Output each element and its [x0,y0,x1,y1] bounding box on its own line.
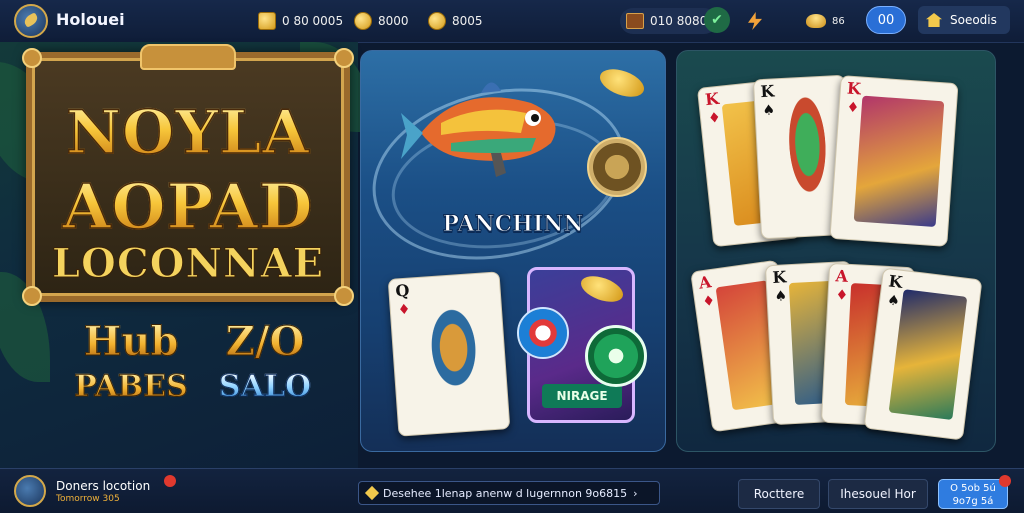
coin-value: 8000 [378,14,409,28]
left-action-button[interactable]: Rocttere [738,479,820,509]
app-logo-icon[interactable] [14,4,48,38]
banner-crest [140,44,236,70]
card-art [888,289,968,421]
gem-button[interactable]: ✔ [704,7,730,33]
card-rank: A [697,272,713,293]
gold-bar-icon [258,12,276,30]
chest-icon [626,13,644,29]
home-label: Soeodis [950,13,997,27]
z-sale-badge[interactable]: Z/O SALO [210,321,320,414]
top-bar: Holouei 0 80 0005 8000 8005 010 8080 ✔ 8… [0,0,1024,43]
chat-button[interactable]: 00 [866,6,906,34]
playing-card[interactable]: Q ♦ [387,271,511,437]
card-rank: A [835,266,849,286]
red-blue-chip-icon [517,307,569,359]
home-icon [926,13,942,27]
chest-value: 010 8080 [650,14,708,28]
gold-bar-value: 0 80 0005 [282,14,344,28]
user-subtitle: Tomorrow 305 [56,494,120,504]
badge-a-top: Hub [66,321,196,362]
card-rank: Q [394,280,411,301]
card-rank: K [887,271,904,292]
card-rank: K [846,78,862,99]
lightning-icon [748,12,762,30]
chest-counter[interactable]: 010 8080 [620,8,718,34]
gold-bar-counter[interactable]: 0 80 0005 [258,8,343,34]
coin-stack-icon [428,12,446,30]
card-suit: ♦ [846,99,860,117]
card-art [411,291,497,417]
card-suit: ♦ [397,301,411,319]
pot-mark: 86 [832,15,845,27]
banner-title-line2: AOPAD [32,169,344,244]
badge-a-bottom: PABES [66,371,196,402]
chevron-right-icon: › [633,486,638,500]
fish-character-icon [401,82,556,177]
slot-coin-icon [577,271,627,307]
banner-subtitle: LOCONNAE [51,240,325,288]
app-title: Holouei [56,10,125,29]
flying-coin-icon [596,63,648,103]
badge-b-top: Z/O [210,321,320,362]
card-rank: K [772,267,787,287]
coin-stack-counter[interactable]: 8005 [428,8,483,34]
card-rank: K [704,88,720,110]
card-rank: K [760,81,775,102]
avatar[interactable] [14,475,46,507]
card-suit: ♦ [707,109,722,127]
user-name: Doners locotion [56,479,151,493]
bottom-bar: Doners locotion Tomorrow 305 Desehee 1le… [0,468,1024,513]
hub-pages-badge[interactable]: Hub PABES [66,321,196,414]
card-suit: ♠ [762,102,776,120]
primary-action-button[interactable]: O 5ob 5ú 9o7g 5á [938,475,1011,509]
energy-indicator[interactable] [748,8,762,34]
primary-line1: O 5ob 5ú [950,483,996,494]
coin-icon [354,12,372,30]
slot-label: NIRAGE [542,384,622,408]
card-art [853,95,945,228]
gold-pot-icon [806,14,826,28]
coin-stack-value: 8005 [452,14,483,28]
pot-indicator[interactable]: 86 [806,8,845,34]
ticker-text: Desehee 1lenap anenw d lugernnon 9o6815 [383,486,628,500]
pencil-icon [364,485,380,501]
badge-dot-icon [999,475,1011,487]
notification-dot-icon [164,475,176,487]
primary-line2: 9o7g 5á [952,496,994,507]
card-suit: ♠ [886,292,901,310]
fishing-game-panel[interactable]: PANCHINN Q ♦ NIRAGE [360,50,666,452]
card-game-panel[interactable]: K ♦ K ♠ K ♦ A ♦ K ♠ A ♦ K ♠ [676,50,996,452]
coin-counter[interactable]: 8000 [354,8,409,34]
card-suit: ♦ [835,287,849,304]
card-suit: ♦ [701,292,717,311]
banner-title-line1: NOYLA [32,97,344,169]
compass-icon [587,137,647,197]
badge-b-bottom: SALO [210,371,320,402]
mid-action-button[interactable]: Ihesouel Hor [828,479,928,509]
gem-icon: ✔ [711,12,723,28]
home-button[interactable]: Soeodis [918,6,1010,34]
bottom-card-4[interactable]: K ♠ [863,267,983,441]
top-card-3[interactable]: K ♦ [829,75,959,247]
green-chip-icon [585,325,647,387]
card-art [776,94,840,220]
card-suit: ♠ [774,288,788,305]
featured-game-banner[interactable]: NOYLA AOPAD LOCONNAE [22,44,354,306]
game-title: PANCHINN [442,211,584,238]
news-ticker[interactable]: Desehee 1lenap anenw d lugernnon 9o6815 … [358,481,660,505]
